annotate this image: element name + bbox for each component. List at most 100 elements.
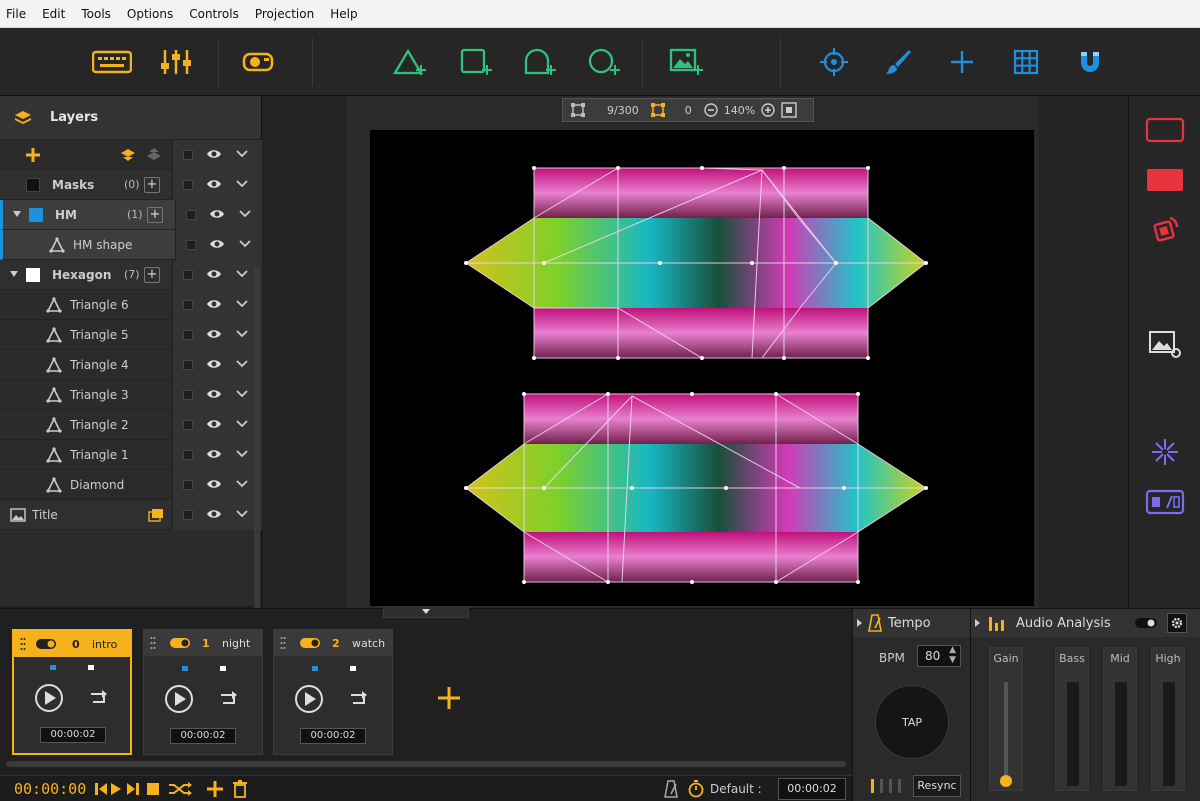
play-icon[interactable] <box>294 684 324 714</box>
chevron-down-icon[interactable] <box>236 479 248 489</box>
menu-options[interactable]: Options <box>127 7 173 21</box>
outline-rect-icon[interactable] <box>1145 110 1185 150</box>
menu-help[interactable]: Help <box>330 7 357 21</box>
bottom-collapse-tab[interactable] <box>383 606 469 618</box>
add-child-button[interactable]: + <box>144 177 160 193</box>
chevron-down-icon[interactable] <box>236 509 248 519</box>
eye-icon[interactable] <box>206 478 222 490</box>
eye-icon[interactable] <box>206 358 222 370</box>
stop-icon[interactable] <box>146 782 160 796</box>
toggle-icon[interactable] <box>1135 618 1157 628</box>
transform-icon[interactable] <box>1145 210 1185 250</box>
eye-icon[interactable] <box>209 238 225 250</box>
menu-file[interactable]: File <box>6 7 26 21</box>
cue-name[interactable]: night <box>222 637 250 650</box>
next-icon[interactable] <box>126 782 140 796</box>
add-ellipse-icon[interactable] <box>584 42 624 82</box>
layer-color-swatch[interactable] <box>26 178 40 192</box>
brush-icon[interactable] <box>878 42 918 82</box>
layer-item-triangle-3[interactable]: Triangle 3 <box>0 380 261 410</box>
add-child-button[interactable]: + <box>147 207 163 223</box>
eye-icon[interactable] <box>206 178 222 190</box>
eye-icon[interactable] <box>206 508 222 520</box>
image-settings-icon[interactable] <box>1145 324 1185 364</box>
layer-item-triangle-6[interactable]: Triangle 6 <box>0 290 261 320</box>
layer-item-triangle-1[interactable]: Triangle 1 <box>0 440 261 470</box>
loop-icon[interactable] <box>88 689 108 707</box>
lock-checkbox[interactable] <box>183 420 193 430</box>
layer-item-triangle-5[interactable]: Triangle 5 <box>0 320 261 350</box>
zoom-in-icon[interactable] <box>761 103 775 117</box>
prev-icon[interactable] <box>94 782 108 796</box>
magnet-icon[interactable] <box>1070 42 1110 82</box>
merge-down-icon[interactable] <box>120 148 136 162</box>
eye-icon[interactable] <box>206 148 222 160</box>
add-child-button[interactable]: + <box>144 267 160 283</box>
lock-checkbox[interactable] <box>183 300 193 310</box>
resync-button[interactable]: Resync <box>913 775 961 797</box>
frame-icon[interactable] <box>571 103 585 117</box>
shuffle-icon[interactable] <box>168 781 192 797</box>
layer-group-hm[interactable]: HM (1) + <box>0 200 261 230</box>
layer-group-masks[interactable]: Masks (0) + <box>0 170 261 200</box>
add-cue-icon[interactable] <box>436 685 462 711</box>
cue-duration[interactable]: 00:00:02 <box>40 727 106 743</box>
play-icon[interactable] <box>164 684 194 714</box>
cue-name[interactable]: intro <box>92 638 117 651</box>
chevron-down-icon[interactable] <box>236 149 248 159</box>
layer-color-swatch[interactable] <box>26 268 40 282</box>
eye-icon[interactable] <box>206 388 222 400</box>
cue-duration[interactable]: 00:00:02 <box>300 728 366 744</box>
lock-checkbox[interactable] <box>183 450 193 460</box>
cue-card[interactable]: 2 watch 00:00:02 <box>273 629 393 755</box>
projector-icon[interactable] <box>238 42 278 82</box>
play-transport-icon[interactable] <box>110 782 122 796</box>
lock-checkbox[interactable] <box>183 390 193 400</box>
menu-tools[interactable]: Tools <box>81 7 111 21</box>
crosshair-icon[interactable] <box>814 42 854 82</box>
menu-edit[interactable]: Edit <box>42 7 65 21</box>
timer-icon[interactable] <box>688 780 704 798</box>
add-quad-icon[interactable] <box>456 42 496 82</box>
bounds-icon[interactable] <box>651 103 665 117</box>
filled-rect-icon[interactable] <box>1145 160 1185 200</box>
spinner-icon[interactable]: ▲▼ <box>949 645 956 665</box>
lock-checkbox[interactable] <box>183 510 193 520</box>
gain-slider[interactable]: Gain <box>989 647 1023 791</box>
cue-duration[interactable]: 00:00:02 <box>170 728 236 744</box>
settings-button[interactable] <box>1167 613 1187 633</box>
output-icon[interactable] <box>1145 482 1185 522</box>
keyboard-icon[interactable] <box>92 42 132 82</box>
eye-icon[interactable] <box>206 328 222 340</box>
toggle-icon[interactable] <box>36 639 56 649</box>
eye-icon[interactable] <box>206 298 222 310</box>
drag-handle-icon[interactable] <box>20 637 26 651</box>
loop-icon[interactable] <box>348 690 368 708</box>
move-up-icon[interactable] <box>146 148 162 162</box>
add-icon[interactable] <box>206 780 224 798</box>
layer-color-swatch[interactable] <box>29 208 43 222</box>
zoom-out-icon[interactable] <box>704 103 718 117</box>
eye-icon[interactable] <box>206 268 222 280</box>
lock-checkbox[interactable] <box>183 480 193 490</box>
lock-checkbox[interactable] <box>186 210 196 220</box>
chevron-down-icon[interactable] <box>236 389 248 399</box>
cue-name[interactable]: watch <box>352 637 385 650</box>
lock-checkbox[interactable] <box>183 360 193 370</box>
lock-checkbox[interactable] <box>183 330 193 340</box>
layer-item-title[interactable]: Title <box>0 500 261 530</box>
fit-screen-icon[interactable] <box>781 102 797 118</box>
add-image-icon[interactable] <box>666 42 706 82</box>
chevron-down-icon[interactable] <box>236 419 248 429</box>
eye-icon[interactable] <box>206 418 222 430</box>
bpm-input[interactable]: 80 ▲▼ <box>917 645 961 667</box>
default-duration[interactable]: 00:00:02 <box>778 778 846 800</box>
layer-item-diamond[interactable]: Diamond <box>0 470 261 500</box>
add-circle-icon[interactable] <box>520 42 560 82</box>
chevron-down-icon[interactable] <box>236 329 248 339</box>
chevron-down-icon[interactable] <box>236 359 248 369</box>
expand-arrow-icon[interactable] <box>13 211 21 217</box>
chevron-down-icon[interactable] <box>236 179 248 189</box>
metronome-icon[interactable] <box>664 780 678 798</box>
mapping-preview[interactable] <box>370 130 1034 606</box>
